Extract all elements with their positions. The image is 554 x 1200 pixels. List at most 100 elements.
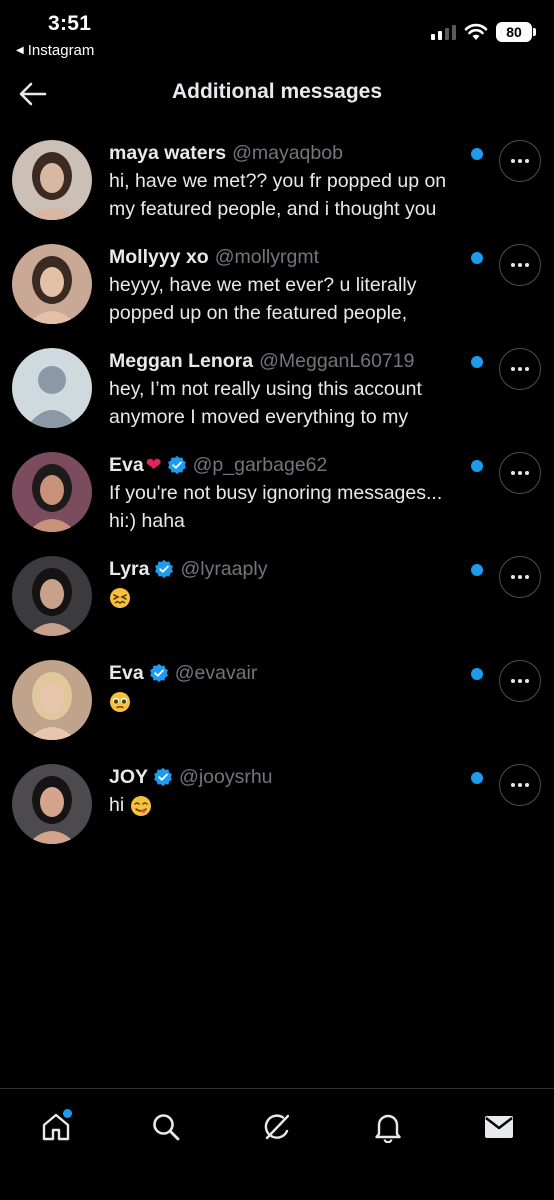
avatar[interactable] <box>12 140 92 220</box>
tab-search[interactable] <box>146 1107 186 1147</box>
tab-grok[interactable] <box>257 1107 297 1147</box>
bottom-tab-bar <box>0 1088 554 1200</box>
wifi-icon <box>464 23 488 40</box>
dot <box>511 679 515 683</box>
dot <box>518 679 522 683</box>
status-bar: 3:51 ◀ Instagram 80 <box>0 0 554 66</box>
dot <box>511 367 515 371</box>
tab-notifications[interactable] <box>368 1107 408 1147</box>
more-options-button[interactable] <box>499 764 541 806</box>
more-options-button[interactable] <box>499 140 541 182</box>
unread-dot <box>471 460 483 472</box>
more-options-button[interactable] <box>499 660 541 702</box>
verified-badge-icon <box>154 767 172 787</box>
message-preview: hi <box>109 792 479 818</box>
conversation-row[interactable]: Lyra @lyraaply <box>0 540 554 644</box>
sender-name: Lyra <box>109 557 150 580</box>
face-savoring-emoji-icon <box>130 795 151 816</box>
dot <box>525 263 529 267</box>
sender-line: Lyra @lyraaply <box>109 556 479 582</box>
status-time: 3:51 <box>48 12 92 35</box>
battery-level: 80 <box>506 24 522 40</box>
battery-icon: 80 <box>496 22 536 42</box>
message-preview-text: hi, have we met?? you fr popped up on <box>109 170 447 192</box>
conversation-row[interactable]: Eva @evavair <box>0 644 554 748</box>
conversation-row[interactable]: Eva ❤ @p_garbage62 If you're not busy ignor… <box>0 436 554 540</box>
avatar[interactable] <box>12 764 92 844</box>
message-preview: hi:) haha <box>109 508 479 534</box>
dot <box>525 575 529 579</box>
sender-handle: @evavair <box>174 661 258 684</box>
dot <box>511 263 515 267</box>
confounded-face-emoji-icon <box>110 587 130 608</box>
sender-handle: @lyraaply <box>180 557 268 580</box>
sender-line: JOY @jooysrhu <box>109 764 479 790</box>
more-options-button[interactable] <box>499 556 541 598</box>
dot <box>511 783 515 787</box>
verified-badge-icon <box>149 663 168 683</box>
sender-name: maya waters <box>109 141 227 164</box>
conversation-content: Eva @evavair <box>109 660 479 714</box>
sender-line: maya waters @mayaqbob <box>109 140 479 166</box>
more-options-button[interactable] <box>499 348 541 390</box>
avatar[interactable] <box>12 452 92 532</box>
message-preview: hi, have we met?? you fr popped up on <box>109 168 479 194</box>
conversation-list: maya waters @mayaqbob hi, have we met?? yo… <box>0 124 554 852</box>
tab-home[interactable] <box>36 1107 76 1147</box>
bell-icon <box>375 1114 401 1143</box>
dot <box>511 471 515 475</box>
message-preview-text: my featured people, and i thought you <box>109 198 437 220</box>
unread-dot <box>471 668 483 680</box>
avatar[interactable] <box>12 556 92 636</box>
back-app-label: Instagram <box>27 42 95 59</box>
notification-badge <box>63 1109 72 1118</box>
screen: 3:51 ◀ Instagram 80 Additional messages … <box>0 0 554 1200</box>
sender-handle: @p_garbage62 <box>192 453 328 476</box>
sender-name: Eva <box>109 661 144 684</box>
message-preview <box>109 584 479 610</box>
unread-dot <box>471 564 483 576</box>
conversation-row[interactable]: maya waters @mayaqbob hi, have we met?? yo… <box>0 124 554 228</box>
avatar[interactable] <box>12 348 92 428</box>
sender-handle: @mollyrgmt <box>214 245 320 268</box>
dot <box>525 471 529 475</box>
back-to-app-link[interactable]: ◀ Instagram <box>16 42 94 59</box>
search-icon <box>153 1114 180 1141</box>
dot <box>525 159 529 163</box>
conversation-content: Lyra @lyraaply <box>109 556 479 610</box>
sender-line: Meggan Lenora @MegganL60719 <box>109 348 479 374</box>
avatar[interactable] <box>12 660 92 740</box>
sender-name: Mollyyy xo <box>109 245 209 268</box>
message-preview-text: popped up on the featured people, <box>109 302 408 324</box>
more-options-button[interactable] <box>499 452 541 494</box>
dot <box>525 679 529 683</box>
message-preview-text: If you're not busy ignoring messages... <box>109 482 443 504</box>
avatar[interactable] <box>12 244 92 324</box>
page-title: Additional messages <box>171 80 383 103</box>
message-preview: hey, I’m not really using this account <box>109 376 479 402</box>
conversation-row[interactable]: Meggan Lenora @MegganL60719 hey, I’m not r… <box>0 332 554 436</box>
message-preview: heyyy, have we met ever? u literally <box>109 272 479 298</box>
dot <box>511 159 515 163</box>
message-preview <box>109 688 479 714</box>
dot <box>525 783 529 787</box>
dot <box>518 575 522 579</box>
sender-line: Eva @evavair <box>109 660 479 686</box>
message-preview: popped up on the featured people, <box>109 300 479 326</box>
dot <box>525 367 529 371</box>
message-preview-text: anymore I moved everything to my <box>109 406 409 428</box>
sender-line: Eva ❤ @p_garbage62 <box>109 452 479 478</box>
conversation-row[interactable]: JOY @jooysrhu hi <box>0 748 554 852</box>
conversation-row[interactable]: Mollyyy xo @mollyrgmt heyyy, have we met e… <box>0 228 554 332</box>
unread-dot <box>471 252 483 264</box>
dot <box>518 263 522 267</box>
conversation-content: Meggan Lenora @MegganL60719 hey, I’m not r… <box>109 348 479 430</box>
tab-messages[interactable] <box>479 1107 519 1147</box>
dot <box>518 367 522 371</box>
dot <box>518 471 522 475</box>
cellular-signal-icon <box>431 24 456 40</box>
sender-name: JOY <box>109 765 149 788</box>
unread-dot <box>471 772 483 784</box>
conversation-content: Mollyyy xo @mollyrgmt heyyy, have we met e… <box>109 244 479 326</box>
more-options-button[interactable] <box>499 244 541 286</box>
